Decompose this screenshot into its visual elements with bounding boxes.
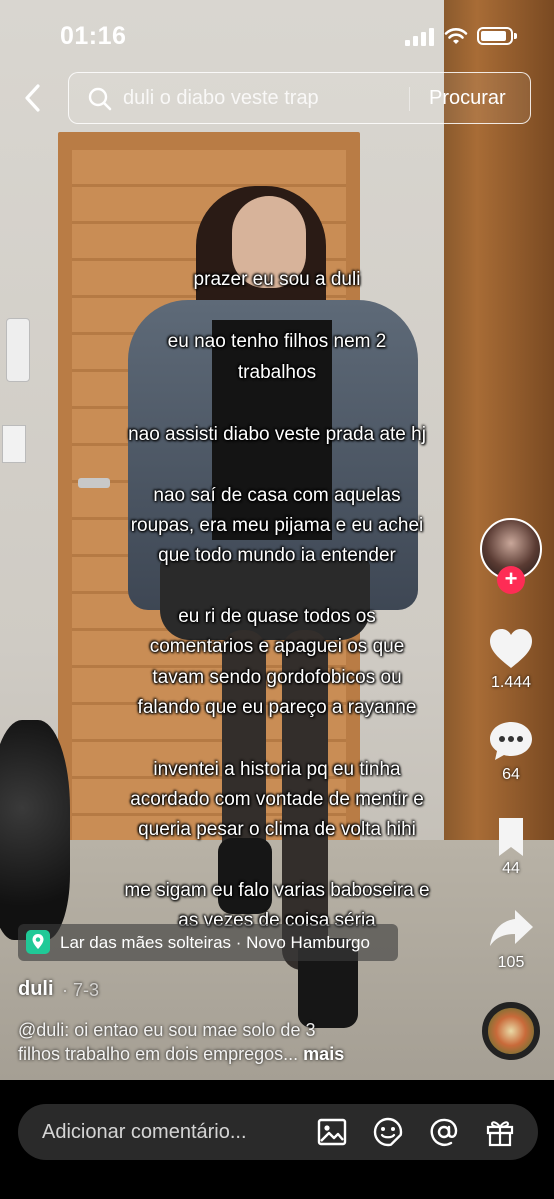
at-icon[interactable]	[428, 1116, 460, 1148]
more-link[interactable]: mais	[303, 1044, 344, 1064]
caption-line: acordado com vontade de mentir e	[130, 789, 424, 810]
caption-line: nao saí de casa com aquelas	[153, 485, 401, 506]
sound-disc[interactable]	[482, 1002, 540, 1060]
follow-button[interactable]: +	[497, 566, 525, 594]
post-description-continued: filhos trabalho em dois empregos... mais	[18, 1044, 458, 1065]
wifi-icon	[444, 28, 468, 44]
comment-placeholder: Adicionar comentário...	[42, 1121, 247, 1143]
person-skirt	[160, 560, 370, 640]
heart-icon[interactable]	[487, 626, 535, 672]
gift-icon[interactable]	[484, 1116, 516, 1148]
bookmark-icon[interactable]	[487, 814, 535, 860]
emoji-icon[interactable]	[372, 1116, 404, 1148]
search-button[interactable]: Procurar	[429, 87, 506, 110]
status-time: 01:16	[60, 22, 127, 50]
image-icon[interactable]	[316, 1116, 348, 1148]
post-date: · 7-3	[62, 980, 100, 1000]
caption-line: nao assisti diabo veste prada ate hj	[128, 424, 426, 445]
status-bar: 01:16	[0, 0, 554, 70]
like-count: 1.444	[490, 674, 532, 691]
comment-bubble-icon[interactable]	[487, 718, 535, 764]
caption-line: queria pesar o clima de volta hihi	[138, 819, 416, 840]
search-icon	[88, 87, 112, 111]
cellular-signal-icon	[405, 28, 435, 46]
save-count: 44	[502, 860, 520, 877]
chevron-left-icon[interactable]	[18, 80, 48, 116]
location-label: Lar das mães solteiras · Novo Hamburgo	[60, 933, 370, 952]
caption-line: falando que eu pareço a rayanne	[137, 697, 417, 718]
post-description: @duli: oi entao eu sou mae solo de 3	[18, 1020, 316, 1040]
location-pin-icon	[26, 930, 50, 954]
search-bar[interactable]: duli o diabo veste trap Procurar	[68, 72, 531, 124]
share-arrow-icon[interactable]	[487, 906, 535, 952]
comment-input[interactable]: Adicionar comentário...	[18, 1104, 538, 1160]
author-name[interactable]: duli	[18, 978, 54, 1001]
caption-line: prazer eu sou a duli	[193, 269, 361, 290]
person-shoe-left	[218, 838, 272, 914]
search-query[interactable]: duli o diabo veste trap	[123, 87, 319, 110]
comment-count: 64	[502, 766, 520, 783]
location-tag[interactable]: Lar das mães solteiras · Novo Hamburgo	[18, 924, 398, 961]
caption-line: eu ri de quase todos os	[178, 606, 376, 627]
caption-line: comentarios e apaguei os que	[149, 636, 405, 657]
share-count: 105	[497, 954, 525, 971]
caption-line: me sigam eu falo varias baboseira e	[124, 880, 430, 901]
caption-line: roupas, era meu pijama e eu achei	[130, 515, 424, 536]
search-divider	[409, 87, 410, 111]
bottom-comment-bar: Adicionar comentário...	[0, 1080, 554, 1199]
caption-line: trabalhos	[237, 362, 317, 383]
caption-line: que todo mundo ia entender	[158, 545, 396, 566]
post-description-line-2: filhos trabalho em dois empregos...	[18, 1044, 299, 1064]
battery-icon	[477, 27, 517, 45]
caption-line: eu nao tenho filhos nem 2	[167, 331, 387, 352]
